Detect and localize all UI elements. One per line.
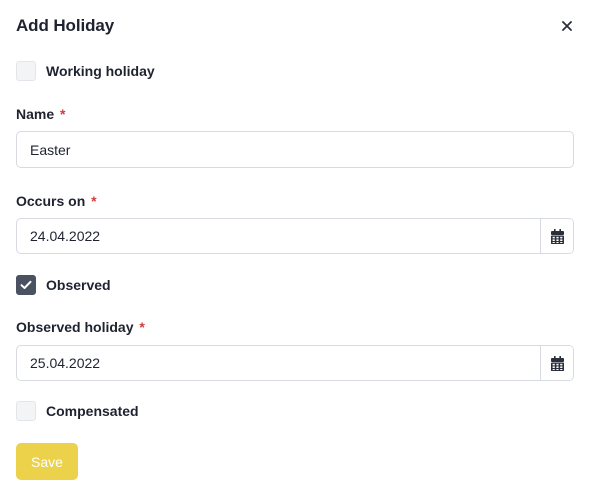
save-button[interactable]: Save <box>16 443 78 480</box>
occurs-on-label-text: Occurs on <box>16 193 86 209</box>
observed-holiday-label-text: Observed holiday <box>16 319 134 335</box>
observed-label: Observed <box>46 277 111 293</box>
compensated-checkbox[interactable] <box>16 401 36 421</box>
occurs-on-input[interactable] <box>17 219 540 253</box>
close-button[interactable] <box>556 15 578 37</box>
observed-holiday-label: Observed holiday * <box>16 319 145 335</box>
observed-checkbox[interactable] <box>16 275 36 295</box>
compensated-label: Compensated <box>46 403 139 419</box>
calendar-icon <box>550 355 564 371</box>
working-holiday-checkbox[interactable] <box>16 61 36 81</box>
name-label-text: Name <box>16 106 55 122</box>
occurs-on-required-marker: * <box>91 193 97 209</box>
observed-holiday-date-group <box>16 345 574 381</box>
add-holiday-dialog: Add Holiday Working holiday Name * Occur… <box>0 0 589 488</box>
close-icon <box>562 21 572 31</box>
dialog-title: Add Holiday <box>16 16 115 35</box>
observed-holiday-input[interactable] <box>17 346 540 380</box>
observed-holiday-required-marker: * <box>139 319 145 335</box>
name-input[interactable] <box>16 131 574 168</box>
occurs-on-label: Occurs on * <box>16 193 97 209</box>
working-holiday-label: Working holiday <box>46 63 155 79</box>
occurs-on-calendar-button[interactable] <box>540 219 573 253</box>
observed-checkbox-row[interactable]: Observed <box>16 275 111 295</box>
name-required-marker: * <box>60 106 66 122</box>
checkmark-icon <box>20 280 32 289</box>
calendar-icon <box>550 228 564 244</box>
compensated-checkbox-row[interactable]: Compensated <box>16 401 139 421</box>
name-label: Name * <box>16 106 65 122</box>
working-holiday-checkbox-row[interactable]: Working holiday <box>16 61 155 81</box>
occurs-on-date-group <box>16 218 574 254</box>
observed-holiday-calendar-button[interactable] <box>540 346 573 380</box>
